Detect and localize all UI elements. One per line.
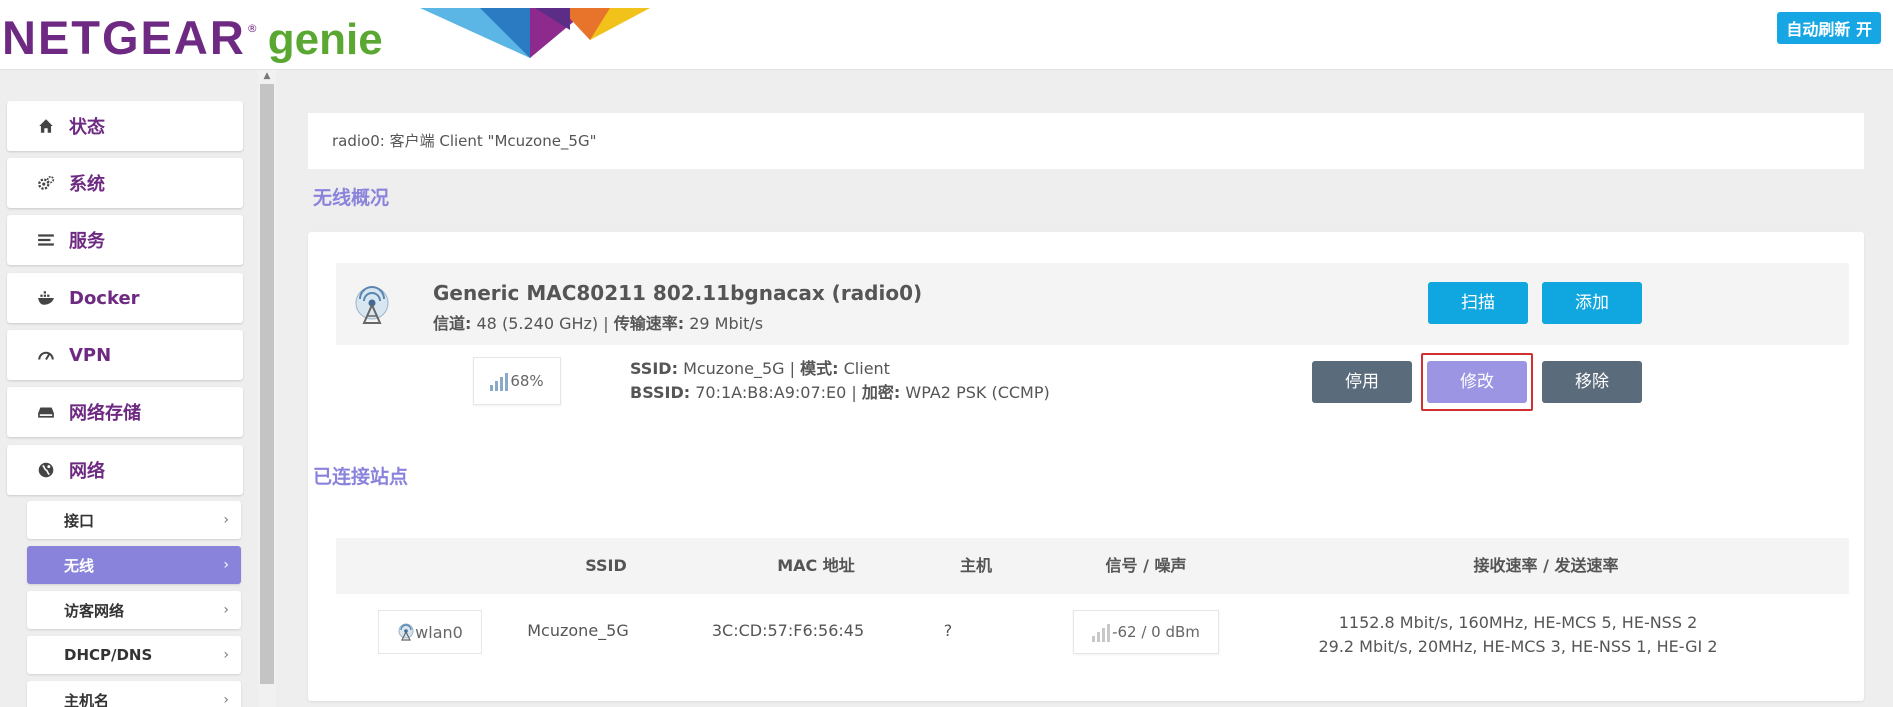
column-header-ssid: SSID (585, 556, 627, 575)
column-header-rx-tx-rate: 接收速率 / 发送速率 (1473, 556, 1619, 575)
column-header-host: 主机 (959, 556, 992, 575)
docker-icon (37, 289, 55, 307)
logo-netgear-text: NETGEAR (2, 11, 246, 64)
sidebar-subitem-label: 无线 (64, 556, 95, 575)
station-signal-badge: -62 / 0 dBm (1073, 610, 1219, 654)
home-icon (37, 117, 55, 135)
sidebar-item-label: 网络 (69, 461, 105, 482)
sidebar-subitem-guest-network[interactable]: 访客网络 › (27, 591, 241, 629)
disable-button[interactable]: 停用 (1312, 361, 1412, 403)
sidebar-item-network[interactable]: 网络 (7, 445, 243, 495)
sidebar-item-label: Docker (69, 287, 140, 309)
radio-device-row: Generic MAC80211 802.11bgnacax (radio0) … (336, 263, 1849, 345)
network-details: SSID: Mcuzone_5G | 模式: Client BSSID: 70:… (630, 359, 1050, 402)
ssid-value: Mcuzone_5G (683, 359, 785, 378)
sidebar-item-label: 系统 (69, 174, 105, 195)
station-interface-badge: wlan0 (378, 610, 482, 654)
channel-label: 信道: (433, 314, 472, 333)
sidebar-subitem-hostnames[interactable]: 主机名 › (27, 681, 241, 707)
drive-icon (37, 403, 55, 421)
column-header-mac: MAC 地址 (777, 556, 855, 575)
connected-stations-heading: 已连接站点 (313, 466, 409, 488)
signal-bars-icon (490, 371, 509, 391)
encryption-value: WPA2 PSK (CCMP) (905, 383, 1050, 402)
sidebar-subitem-label: 接口 (64, 511, 95, 530)
mode-label: 模式: (800, 359, 839, 378)
chevron-right-icon: › (223, 647, 229, 663)
logo-registered-mark: ® (246, 22, 258, 35)
station-ssid: Mcuzone_5G (527, 621, 629, 640)
ssid-label: SSID: (630, 359, 678, 378)
sidebar-subitem-dhcp-dns[interactable]: DHCP/DNS › (27, 636, 241, 674)
station-mac: 3C:CD:57:F6:56:45 (711, 621, 865, 640)
scrollbar-thumb[interactable] (260, 84, 274, 684)
sidebar-item-label: VPN (69, 344, 112, 366)
chevron-right-icon: › (223, 557, 229, 573)
sidebar-subitem-label: DHCP/DNS (64, 646, 153, 664)
chevron-right-icon: › (223, 602, 229, 618)
add-button[interactable]: 添加 (1542, 282, 1642, 324)
signal-percent: 68% (510, 372, 544, 390)
radio-device-name: Generic MAC80211 802.11bgnacax (radio0) (433, 281, 923, 305)
signal-bars-icon (1092, 622, 1111, 642)
column-header-signal-noise: 信号 / 噪声 (1105, 556, 1187, 575)
station-host: ? (943, 621, 953, 640)
sidebar-item-vpn[interactable]: VPN (7, 330, 243, 380)
globe-icon (37, 461, 55, 479)
chevron-right-icon: › (223, 692, 229, 707)
logo-genie-text: genie (267, 15, 383, 64)
channel-value: 48 (5.240 GHz) (476, 314, 599, 333)
netgear-genie-logo[interactable]: NETGEAR ® genie (2, 10, 383, 65)
list-icon (37, 231, 55, 249)
station-rates: 1152.8 Mbit/s, 160MHz, HE-MCS 5, HE-NSS … (1258, 611, 1778, 659)
rate-label: 传输速率: (613, 314, 685, 333)
page-title: radio0: 客户端 Client "Mcuzone_5G" (308, 113, 1864, 169)
bssid-value: 70:1A:B8:A9:07:E0 (695, 383, 847, 402)
sidebar: 状态 系统 服务 Docker VPN 网络存储 网络 接口 › 无线 › 访客… (0, 70, 258, 707)
sidebar-subitem-wireless[interactable]: 无线 › (27, 546, 241, 584)
sidebar-subitem-label: 主机名 (64, 691, 110, 707)
wireless-client-icon (398, 623, 414, 641)
encryption-label: 加密: (861, 383, 901, 402)
logo-decoration-icon (420, 8, 650, 58)
sidebar-item-storage[interactable]: 网络存储 (7, 387, 243, 437)
station-rx-rate: 1152.8 Mbit/s, 160MHz, HE-MCS 5, HE-NSS … (1338, 613, 1698, 632)
sidebar-item-label: 服务 (69, 231, 105, 252)
edit-button-highlight (1421, 353, 1533, 411)
rate-value: 29 Mbit/s (689, 314, 764, 333)
wireless-radio-icon (355, 286, 389, 324)
stations-table-header: SSID MAC 地址 主机 信号 / 噪声 接收速率 / 发送速率 (336, 538, 1849, 594)
mode-value: Client (843, 359, 890, 378)
top-header: NETGEAR ® genie 自动刷新 开 (0, 0, 1893, 70)
radio-channel-info: 信道: 48 (5.240 GHz) | 传输速率: 29 Mbit/s (433, 314, 764, 333)
remove-button[interactable]: 移除 (1542, 361, 1642, 403)
stations-card: SSID MAC 地址 主机 信号 / 噪声 接收速率 / 发送速率 wlan0… (308, 511, 1864, 701)
gears-icon (37, 174, 55, 192)
scan-button[interactable]: 扫描 (1428, 282, 1528, 324)
station-tx-rate: 29.2 Mbit/s, 20MHz, HE-MCS 3, HE-NSS 1, … (1318, 637, 1718, 656)
main-content: radio0: 客户端 Client "Mcuzone_5G" 无线概况 Gen… (276, 70, 1893, 707)
wireless-overview-card: Generic MAC80211 802.11bgnacax (radio0) … (308, 232, 1864, 515)
sidebar-item-services[interactable]: 服务 (7, 215, 243, 265)
station-signal-noise: -62 / 0 dBm (1112, 623, 1200, 641)
sidebar-item-docker[interactable]: Docker (7, 273, 243, 323)
sidebar-subitem-interfaces[interactable]: 接口 › (27, 501, 241, 539)
chevron-right-icon: › (223, 512, 229, 528)
wireless-overview-heading: 无线概况 (313, 187, 390, 209)
gauge-icon (37, 346, 55, 364)
auto-refresh-toggle[interactable]: 自动刷新 开 (1777, 12, 1881, 44)
station-interface: wlan0 (415, 622, 463, 642)
sidebar-item-system[interactable]: 系统 (7, 158, 243, 208)
sidebar-item-label: 网络存储 (69, 403, 141, 424)
bssid-label: BSSID: (630, 383, 691, 402)
sidebar-item-status[interactable]: 状态 (7, 101, 243, 151)
signal-strength-badge: 68% (473, 357, 561, 405)
sidebar-scrollbar[interactable]: ▲ (258, 70, 276, 707)
scroll-up-arrow-icon[interactable]: ▲ (261, 70, 273, 82)
sidebar-subitem-label: 访客网络 (64, 601, 125, 620)
sidebar-item-label: 状态 (69, 117, 105, 138)
